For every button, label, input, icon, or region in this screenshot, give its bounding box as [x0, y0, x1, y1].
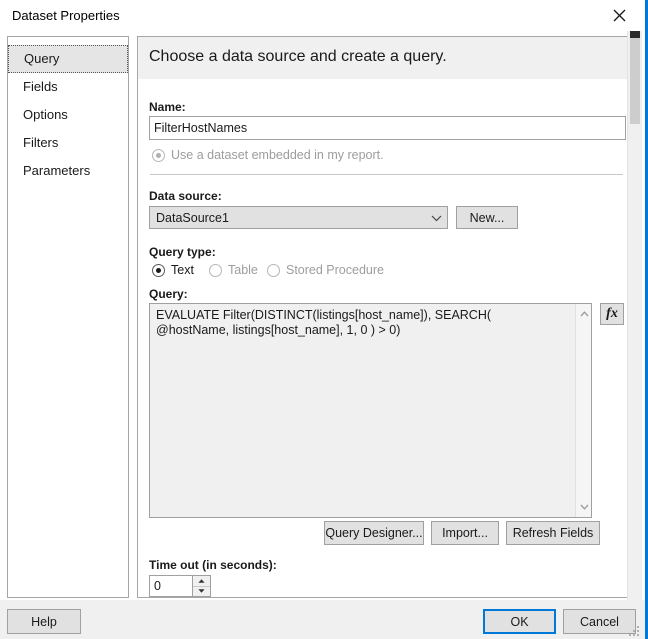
- resize-grip-icon[interactable]: [629, 626, 639, 636]
- expression-button[interactable]: fx: [600, 303, 624, 325]
- help-button[interactable]: Help: [7, 609, 81, 634]
- query-text[interactable]: EVALUATE Filter(DISTINCT(listings[host_n…: [156, 308, 560, 338]
- query-label: Query:: [149, 287, 188, 301]
- timeout-stepper[interactable]: 0: [149, 575, 211, 597]
- content-panel: Choose a data source and create a query.…: [137, 36, 636, 598]
- cancel-button[interactable]: Cancel: [563, 609, 636, 634]
- query-type-stored-procedure-radio[interactable]: [267, 263, 280, 277]
- timeout-value[interactable]: 0: [150, 576, 192, 596]
- name-label: Name:: [149, 100, 186, 114]
- spinner-down-icon[interactable]: [193, 587, 210, 597]
- dataset-properties-window: Dataset Properties Query Fields Options …: [0, 0, 648, 639]
- ok-button[interactable]: OK: [483, 609, 556, 634]
- sidebar-item-options[interactable]: Options: [8, 101, 128, 129]
- close-button[interactable]: [597, 0, 641, 30]
- content-header: Choose a data source and create a query.: [138, 37, 635, 79]
- data-source-label: Data source:: [149, 189, 222, 203]
- data-source-select[interactable]: DataSource1: [149, 206, 448, 229]
- data-source-value: DataSource1: [156, 210, 229, 225]
- chevron-up-icon[interactable]: [576, 306, 592, 322]
- query-editor[interactable]: EVALUATE Filter(DISTINCT(listings[host_n…: [149, 303, 592, 518]
- query-type-text-radio[interactable]: [152, 263, 165, 277]
- query-type-table-row[interactable]: Table: [209, 263, 258, 277]
- query-type-text-label: Text: [171, 263, 194, 277]
- scrollbar-top-cap: [630, 31, 640, 38]
- query-scrollbar[interactable]: [575, 304, 591, 517]
- sidebar-item-fields[interactable]: Fields: [8, 73, 128, 101]
- sidebar-item-filters[interactable]: Filters: [8, 129, 128, 157]
- chevron-down-icon: [425, 214, 447, 222]
- query-type-table-label: Table: [228, 263, 258, 277]
- scrollbar-thumb[interactable]: [630, 38, 640, 124]
- query-type-stored-procedure-label: Stored Procedure: [286, 263, 384, 277]
- timeout-stepper-buttons: [192, 576, 210, 596]
- query-type-stored-procedure-row[interactable]: Stored Procedure: [267, 263, 384, 277]
- import-button[interactable]: Import...: [431, 521, 499, 545]
- window-title: Dataset Properties: [12, 8, 120, 23]
- window-scrollbar[interactable]: [627, 31, 642, 600]
- sidebar-item-parameters[interactable]: Parameters: [8, 157, 128, 185]
- refresh-fields-button[interactable]: Refresh Fields: [506, 521, 600, 545]
- query-type-label: Query type:: [149, 245, 216, 259]
- navigation-panel: Query Fields Options Filters Parameters: [7, 36, 129, 598]
- embedded-dataset-label: Use a dataset embedded in my report.: [171, 148, 384, 162]
- spinner-up-icon[interactable]: [193, 576, 210, 587]
- query-type-text-row[interactable]: Text: [152, 263, 194, 277]
- query-type-table-radio[interactable]: [209, 263, 222, 277]
- page-title: Choose a data source and create a query.: [149, 48, 447, 65]
- new-data-source-button[interactable]: New...: [456, 206, 518, 229]
- section-divider: [150, 174, 623, 175]
- chevron-down-icon[interactable]: [576, 499, 592, 515]
- close-icon: [613, 9, 625, 21]
- dialog-body: Query Fields Options Filters Parameters …: [0, 31, 645, 600]
- embedded-dataset-radio[interactable]: [152, 148, 165, 162]
- sidebar-item-query[interactable]: Query: [8, 45, 128, 73]
- title-bar: Dataset Properties: [0, 0, 645, 31]
- dialog-footer: Help OK Cancel: [0, 600, 645, 639]
- query-designer-button[interactable]: Query Designer...: [324, 521, 424, 545]
- name-input[interactable]: [149, 116, 626, 140]
- timeout-label: Time out (in seconds):: [149, 558, 277, 572]
- embedded-dataset-radio-row[interactable]: Use a dataset embedded in my report.: [152, 148, 384, 162]
